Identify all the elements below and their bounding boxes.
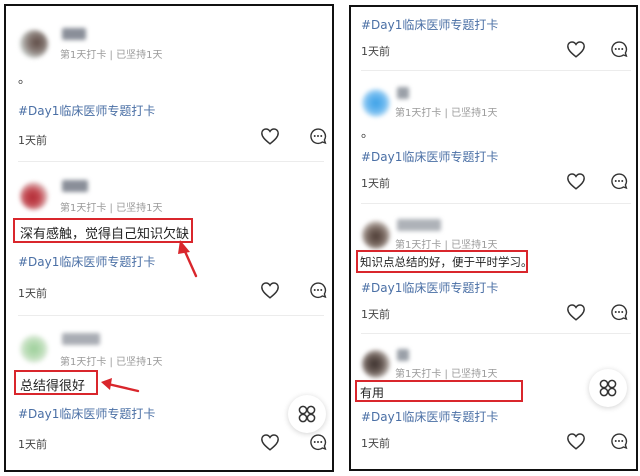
user-name-blurred[interactable]: [397, 349, 409, 361]
user-avatar[interactable]: [20, 335, 48, 363]
user-name-blurred[interactable]: [62, 180, 88, 192]
heart-icon[interactable]: [566, 172, 586, 190]
left-screenshot-panel: 第1天打卡 | 已坚持1天 。 #Day1临床医师专题打卡 1天前 第1天打卡 …: [4, 4, 334, 472]
post-divider: [18, 315, 324, 316]
heart-icon[interactable]: [260, 433, 280, 451]
checkin-status: 第1天打卡 | 已坚持1天: [60, 50, 163, 61]
highlight-box: [355, 380, 523, 402]
post-time: 1天前: [18, 134, 47, 147]
topic-tag-link[interactable]: #Day1临床医师专题打卡: [361, 279, 498, 296]
user-avatar[interactable]: [20, 30, 48, 58]
user-avatar[interactable]: [362, 89, 390, 117]
post-content: 。: [18, 72, 32, 87]
post-divider: [361, 70, 631, 71]
post-time: 1天前: [361, 437, 390, 450]
comment-icon[interactable]: [609, 40, 629, 58]
user-name-blurred[interactable]: [397, 219, 441, 231]
checkin-status: 第1天打卡 | 已坚持1天: [395, 369, 498, 380]
comment-icon[interactable]: [609, 303, 629, 321]
post-content: 。: [361, 126, 375, 141]
clover-icon: [599, 379, 617, 397]
comment-icon[interactable]: [308, 281, 328, 299]
user-avatar[interactable]: [20, 182, 48, 210]
right-screenshot-panel: #Day1临床医师专题打卡 1天前 第1天打卡 | 已坚持1天 。 #Day1临…: [349, 5, 638, 471]
topic-tag-link[interactable]: #Day1临床医师专题打卡: [361, 408, 498, 425]
post-time: 1天前: [361, 45, 390, 58]
highlight-box: [14, 370, 98, 395]
checkin-status: 第1天打卡 | 已坚持1天: [60, 357, 163, 368]
comment-icon[interactable]: [308, 433, 328, 451]
topic-tag-link[interactable]: #Day1临床医师专题打卡: [361, 148, 498, 165]
heart-icon[interactable]: [260, 127, 280, 145]
checkin-status: 第1天打卡 | 已坚持1天: [60, 203, 163, 214]
user-avatar[interactable]: [362, 350, 390, 378]
user-name-blurred[interactable]: [62, 333, 100, 345]
comment-icon[interactable]: [609, 432, 629, 450]
user-avatar[interactable]: [362, 221, 390, 249]
highlight-box: [356, 250, 528, 273]
topic-tag-link[interactable]: #Day1临床医师专题打卡: [361, 16, 498, 33]
clover-icon: [298, 405, 316, 423]
user-name-blurred[interactable]: [397, 87, 409, 99]
highlight-box: [13, 218, 193, 243]
post-time: 1天前: [361, 177, 390, 190]
checkin-status: 第1天打卡 | 已坚持1天: [395, 240, 498, 251]
comment-icon[interactable]: [609, 172, 629, 190]
post-time: 1天前: [361, 308, 390, 321]
topic-tag-link[interactable]: #Day1临床医师专题打卡: [18, 405, 155, 422]
post-divider: [18, 161, 324, 162]
heart-icon[interactable]: [566, 303, 586, 321]
heart-icon[interactable]: [566, 40, 586, 58]
topic-tag-link[interactable]: #Day1临床医师专题打卡: [18, 102, 155, 119]
heart-icon[interactable]: [260, 281, 280, 299]
post-divider: [361, 333, 631, 334]
floating-menu-button[interactable]: [589, 369, 627, 407]
heart-icon[interactable]: [566, 432, 586, 450]
post-time: 1天前: [18, 438, 47, 451]
floating-menu-button[interactable]: [288, 395, 326, 433]
user-name-blurred[interactable]: [62, 28, 86, 40]
topic-tag-link[interactable]: #Day1临床医师专题打卡: [18, 253, 155, 270]
post-time: 1天前: [18, 287, 47, 300]
checkin-status: 第1天打卡 | 已坚持1天: [395, 108, 498, 119]
post-divider: [361, 203, 631, 204]
comment-icon[interactable]: [308, 127, 328, 145]
